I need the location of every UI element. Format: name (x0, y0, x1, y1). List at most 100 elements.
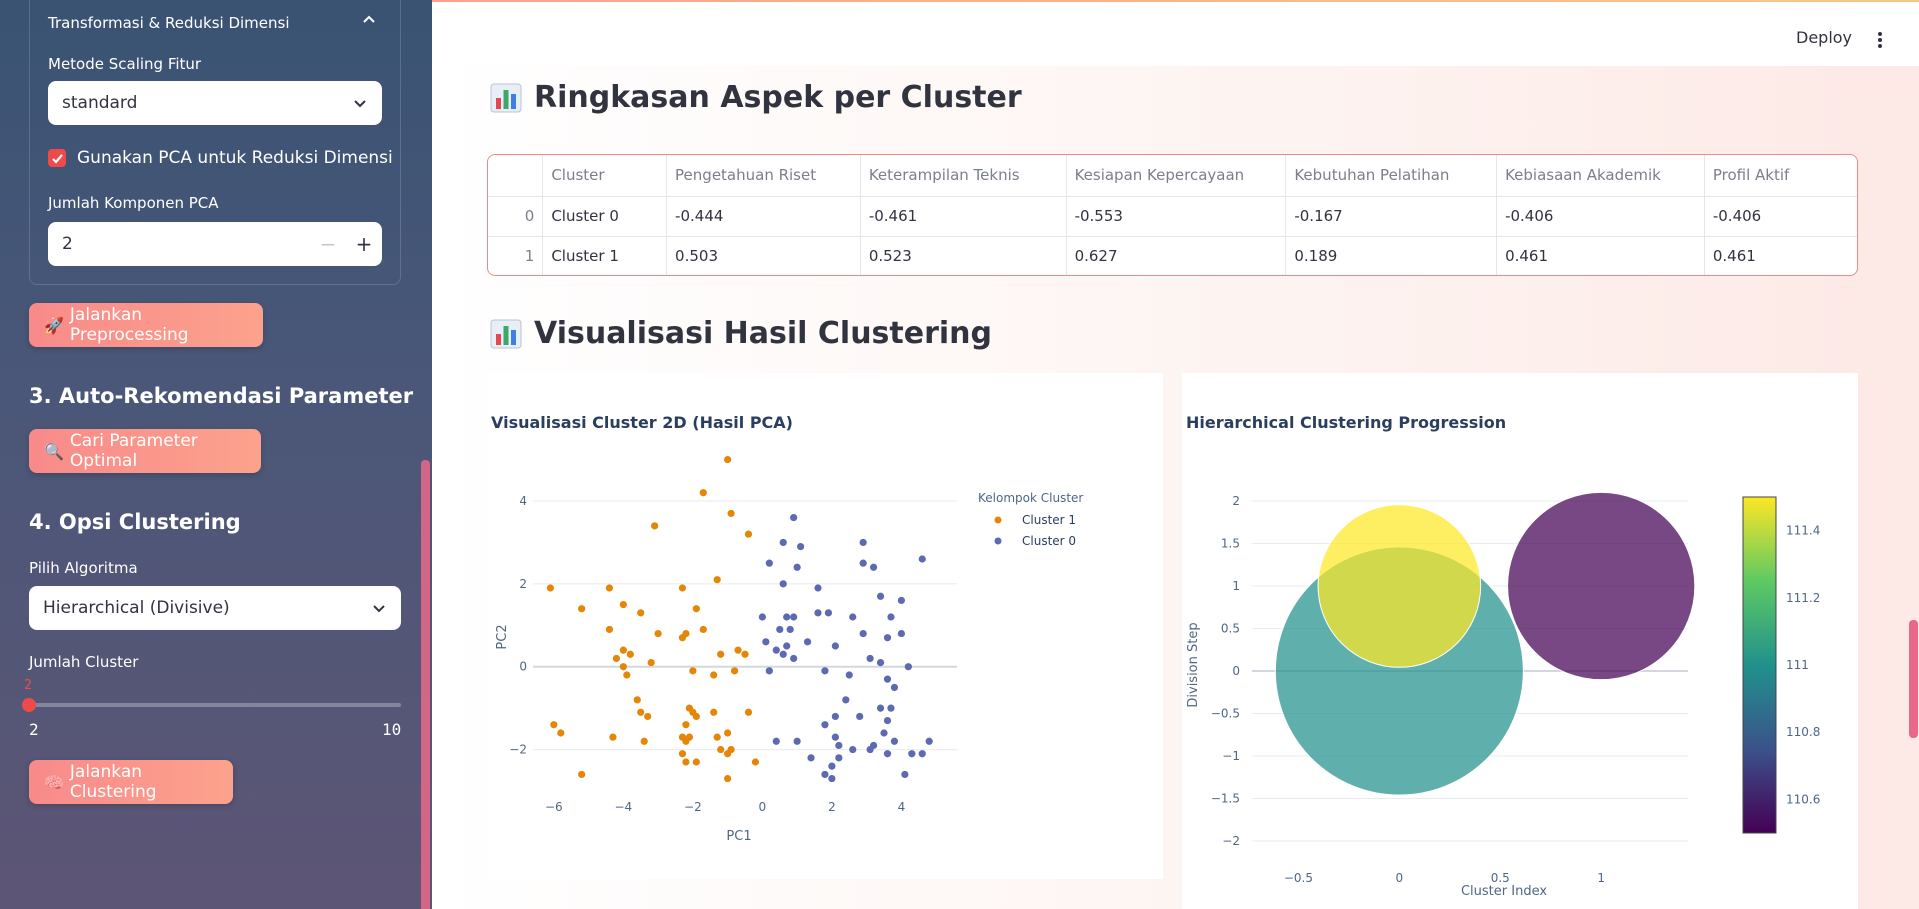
table-cell[interactable]: -0.406 (1704, 196, 1857, 237)
data-point-cluster-0[interactable] (831, 642, 839, 650)
data-point-cluster-1[interactable] (699, 625, 707, 634)
data-point-cluster-0[interactable] (765, 667, 773, 675)
table-cell[interactable]: 1 (488, 236, 544, 275)
data-point-cluster-0[interactable] (821, 770, 829, 779)
pca-checkbox[interactable] (48, 149, 66, 167)
legend-label-cluster-1[interactable]: Cluster 1 (1022, 513, 1076, 527)
data-point-cluster-0[interactable] (866, 654, 874, 663)
data-point-cluster-1[interactable] (713, 733, 721, 741)
data-point-cluster-0[interactable] (821, 721, 829, 729)
data-point-cluster-0[interactable] (828, 774, 836, 783)
data-point-cluster-0[interactable] (807, 754, 815, 762)
data-point-cluster-1[interactable] (689, 708, 697, 716)
table-cell[interactable]: -0.167 (1285, 196, 1498, 237)
data-point-cluster-1[interactable] (741, 650, 749, 658)
data-point-cluster-1[interactable] (633, 696, 641, 704)
data-point-cluster-1[interactable] (699, 489, 707, 497)
data-point-cluster-1[interactable] (612, 654, 621, 663)
data-point-cluster-0[interactable] (779, 538, 787, 547)
data-point-cluster-0[interactable] (897, 596, 905, 605)
data-point-cluster-1[interactable] (710, 708, 718, 716)
data-point-cluster-0[interactable] (765, 559, 773, 567)
data-point-cluster-1[interactable] (744, 708, 753, 716)
data-point-cluster-0[interactable] (814, 609, 822, 617)
data-point-cluster-0[interactable] (790, 613, 798, 621)
data-point-cluster-1[interactable] (717, 745, 725, 754)
chevron-up-icon[interactable] (362, 12, 376, 26)
table-cell[interactable]: 0.189 (1285, 236, 1498, 275)
data-point-cluster-1[interactable] (619, 646, 627, 654)
data-point-cluster-0[interactable] (887, 704, 895, 712)
increment-button[interactable]: + (346, 232, 382, 256)
column-header[interactable]: Kebiasaan Akademik (1496, 155, 1705, 197)
data-point-cluster-1[interactable] (626, 650, 634, 658)
data-point-cluster-0[interactable] (786, 625, 794, 634)
data-point-cluster-1[interactable] (678, 584, 687, 592)
table-cell[interactable]: -0.461 (860, 196, 1067, 237)
data-point-cluster-1[interactable] (710, 671, 718, 679)
data-point-cluster-0[interactable] (783, 642, 791, 650)
data-point-cluster-1[interactable] (724, 774, 732, 783)
pca-checkbox-row[interactable]: Gunakan PCA untuk Reduksi Dimensi (48, 148, 393, 168)
scaling-select[interactable]: standard (48, 81, 382, 125)
data-point-cluster-0[interactable] (772, 737, 780, 745)
column-header[interactable]: Profil Aktif (1704, 155, 1857, 197)
data-point-cluster-1[interactable] (578, 770, 586, 779)
data-point-cluster-0[interactable] (772, 646, 780, 654)
table-cell[interactable]: 0 (488, 196, 544, 237)
column-header[interactable]: Kesiapan Kepercayaan (1066, 155, 1287, 197)
data-point-cluster-0[interactable] (869, 563, 878, 571)
data-point-cluster-1[interactable] (682, 721, 690, 729)
table-cell[interactable]: 0.503 (666, 236, 861, 275)
page-scrollbar[interactable] (1909, 620, 1918, 738)
data-point-cluster-0[interactable] (790, 654, 798, 663)
data-point-cluster-1[interactable] (692, 758, 700, 766)
data-point-cluster-1[interactable] (609, 733, 617, 741)
data-point-cluster-1[interactable] (685, 733, 693, 741)
data-point-cluster-0[interactable] (883, 634, 892, 642)
data-point-cluster-1[interactable] (744, 530, 753, 538)
data-point-cluster-0[interactable] (890, 737, 899, 745)
cluster-slider-track[interactable] (29, 703, 401, 707)
table-cell[interactable]: -0.406 (1496, 196, 1705, 237)
column-header[interactable]: Pengetahuan Riset (666, 155, 861, 197)
data-point-cluster-0[interactable] (835, 741, 843, 750)
data-point-cluster-0[interactable] (831, 712, 839, 721)
data-point-cluster-0[interactable] (876, 658, 885, 667)
data-point-cluster-1[interactable] (640, 737, 648, 745)
data-point-cluster-1[interactable] (734, 646, 742, 654)
data-point-cluster-1[interactable] (623, 671, 631, 679)
data-point-cluster-0[interactable] (762, 638, 770, 646)
data-point-cluster-0[interactable] (845, 671, 853, 679)
data-point-cluster-0[interactable] (869, 741, 878, 750)
data-point-cluster-0[interactable] (835, 754, 843, 762)
table-cell[interactable]: -0.444 (666, 196, 861, 237)
data-point-cluster-0[interactable] (859, 629, 867, 638)
table-cell[interactable]: 0.627 (1066, 236, 1287, 275)
summary-table[interactable]: Cluster Pengetahuan Riset Keterampilan T… (487, 154, 1858, 276)
data-point-cluster-0[interactable] (925, 737, 933, 745)
data-point-cluster-0[interactable] (897, 629, 905, 638)
data-point-cluster-1[interactable] (644, 712, 652, 721)
data-point-cluster-0[interactable] (918, 555, 926, 563)
table-cell[interactable]: Cluster 1 (542, 236, 668, 275)
data-point-cluster-1[interactable] (724, 455, 732, 464)
data-point-cluster-1[interactable] (651, 522, 659, 530)
data-point-cluster-1[interactable] (724, 729, 732, 737)
data-point-cluster-1[interactable] (678, 750, 687, 758)
find-optimal-button[interactable]: 🔍 Cari Parameter Optimal (29, 429, 261, 473)
pca-components-input[interactable]: 2 − + (48, 222, 382, 266)
data-point-cluster-0[interactable] (908, 750, 916, 758)
data-point-cluster-1[interactable] (730, 667, 739, 675)
data-point-cluster-0[interactable] (779, 580, 787, 588)
data-point-cluster-0[interactable] (856, 712, 864, 721)
data-point-cluster-0[interactable] (901, 770, 909, 779)
data-point-cluster-0[interactable] (849, 745, 857, 754)
legend-label-cluster-0[interactable]: Cluster 0 (1022, 534, 1076, 548)
data-point-cluster-1[interactable] (727, 509, 735, 518)
data-point-cluster-1[interactable] (692, 605, 700, 613)
data-point-cluster-0[interactable] (790, 513, 798, 522)
data-point-cluster-1[interactable] (713, 576, 721, 584)
preprocess-button[interactable]: 🚀 Jalankan Preprocessing (29, 303, 263, 347)
data-point-cluster-0[interactable] (883, 750, 892, 758)
